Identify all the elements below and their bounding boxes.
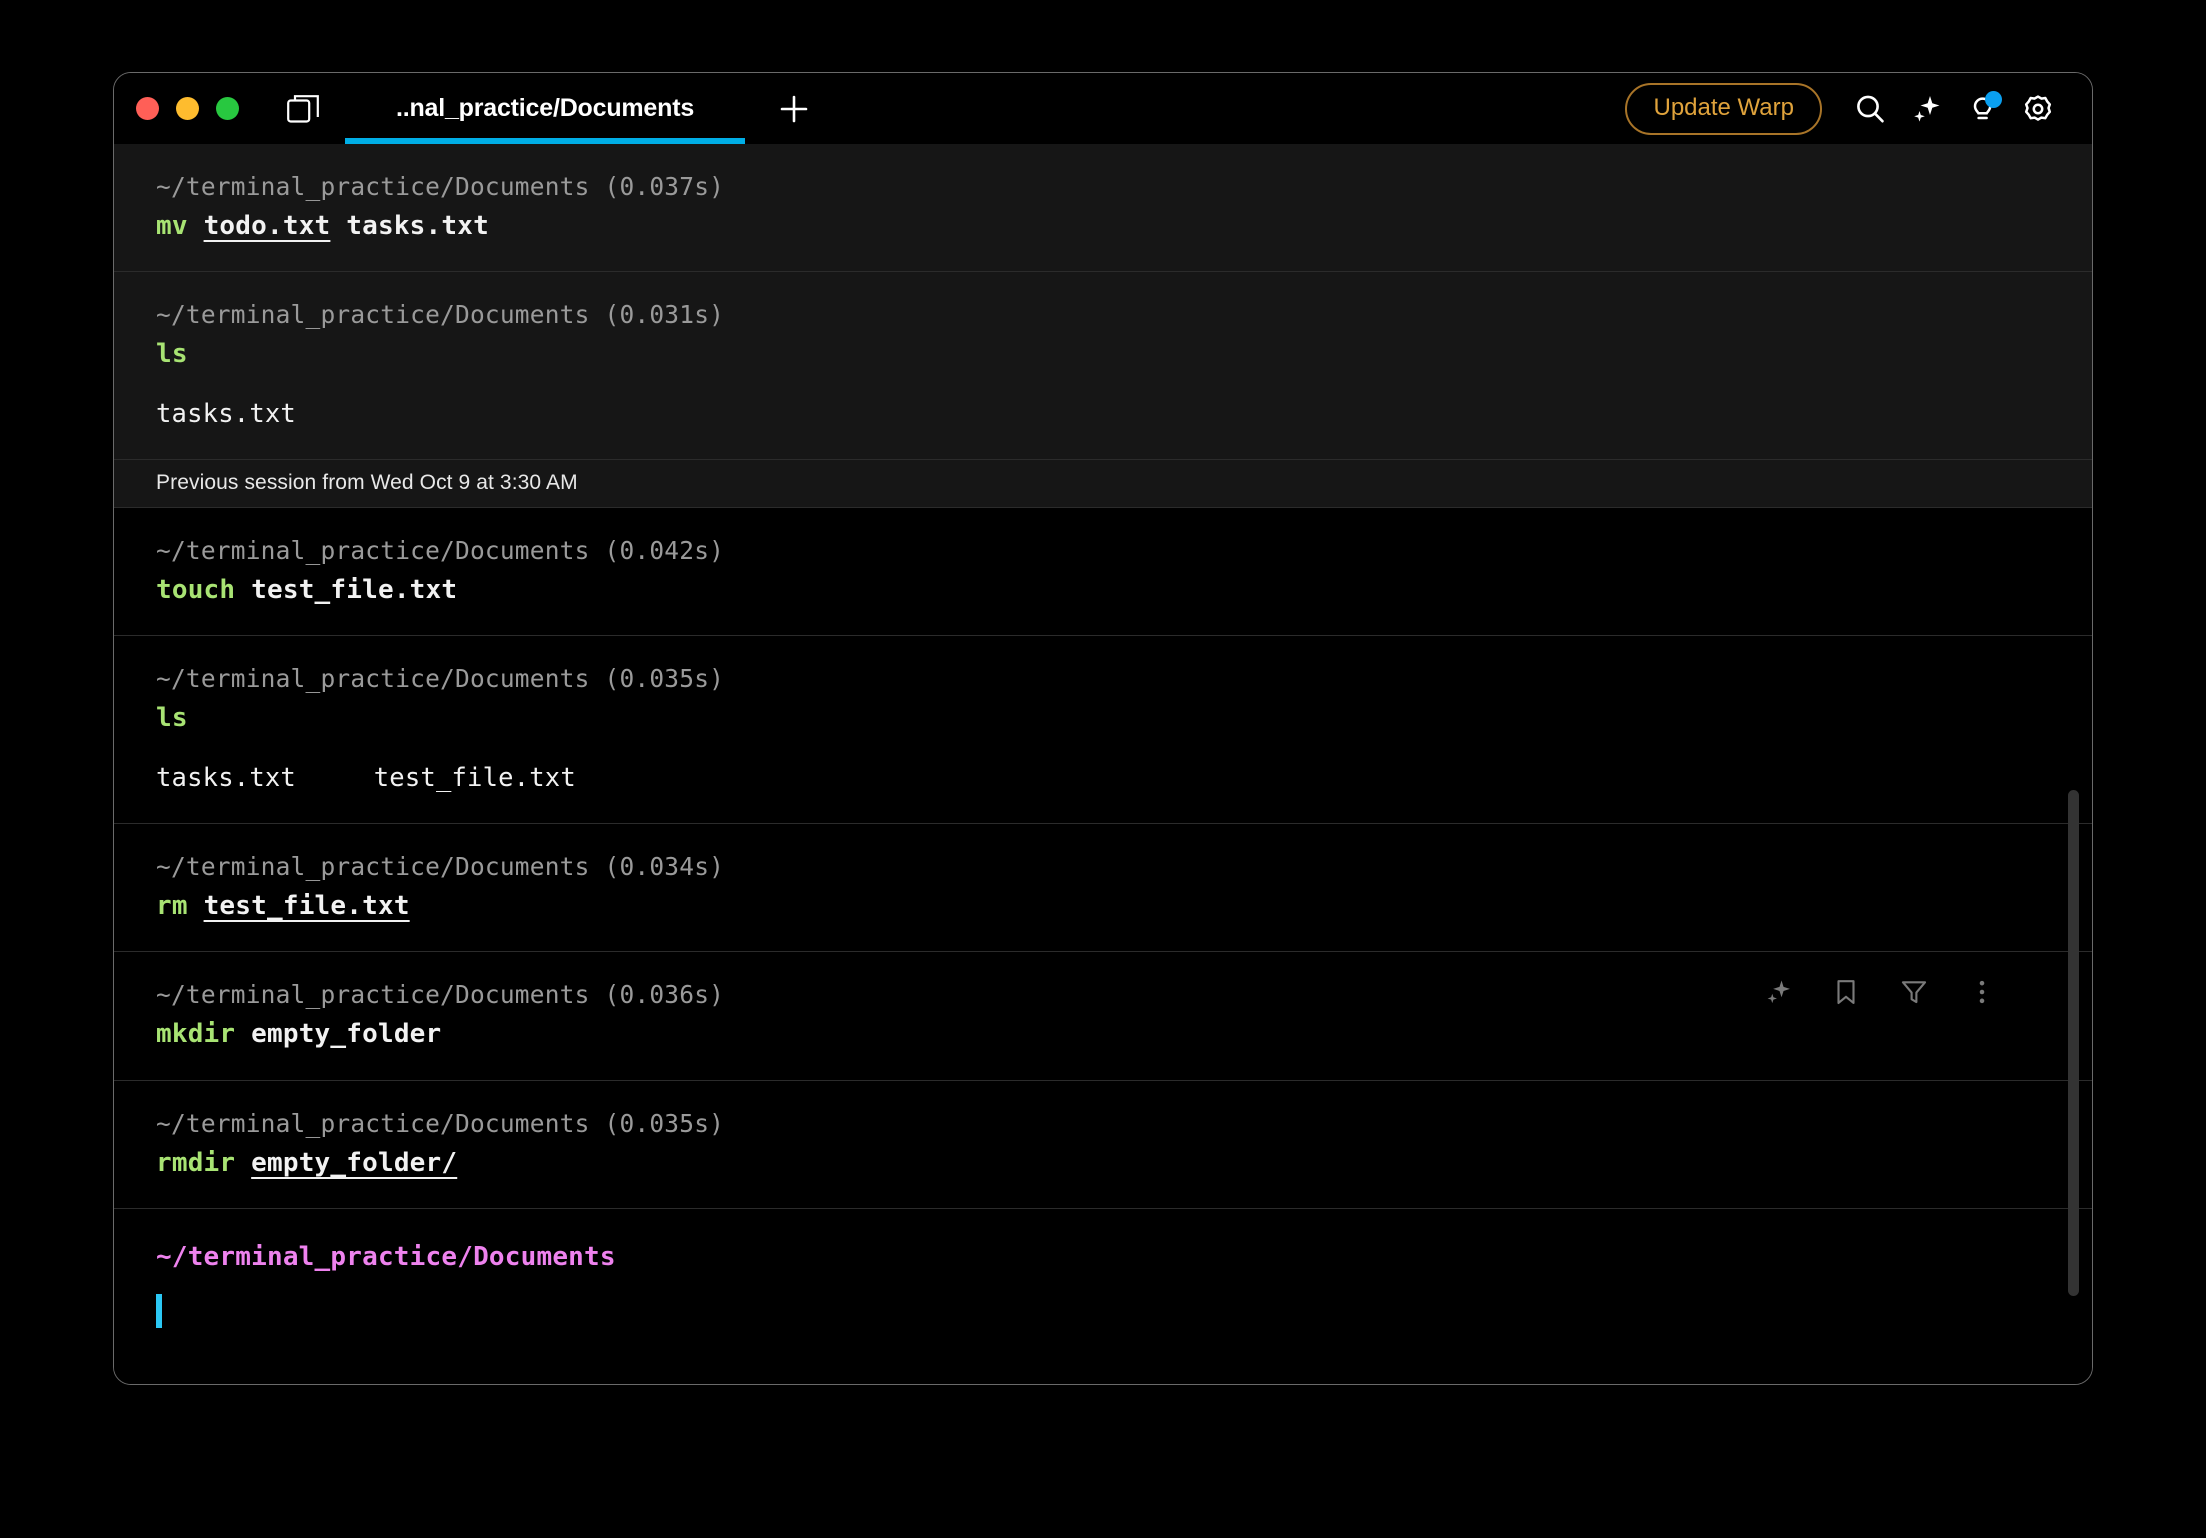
lightbulb-icon[interactable] (1954, 81, 2010, 137)
block-output: tasks.txt (156, 396, 2032, 433)
block-command: mkdir empty_folder (156, 1016, 2032, 1054)
block-cwd: ~/terminal_practice/Documents (0.031s) (156, 298, 2032, 333)
command-block[interactable]: ~/terminal_practice/Documents (0.042s) t… (114, 508, 2092, 635)
block-command: rmdir empty_folder/ (156, 1145, 2032, 1183)
titlebar-actions: Update Warp (1625, 73, 2066, 144)
window-controls (136, 97, 239, 120)
block-command: ls (156, 700, 2032, 738)
minimize-window-button[interactable] (176, 97, 199, 120)
block-command: ls (156, 336, 2032, 374)
panel-toggle-icon[interactable] (283, 89, 323, 129)
command-block[interactable]: ~/terminal_practice/Documents (0.031s) l… (114, 271, 2092, 458)
command-name: rmdir (156, 1148, 235, 1178)
new-tab-button[interactable] (767, 82, 821, 136)
previous-session-label: Previous session from Wed Oct 9 at 3:30 … (156, 471, 578, 494)
block-cwd: ~/terminal_practice/Documents (0.035s) (156, 1107, 2032, 1142)
block-output: tasks.txt test_file.txt (156, 760, 2032, 797)
lightbulb-notification-badge (1985, 91, 2002, 108)
ai-sparkle-icon[interactable] (1760, 974, 1796, 1010)
terminal-window: ..nal_practice/Documents Update Warp (113, 72, 2093, 1385)
block-action-bar (1760, 974, 2000, 1010)
maximize-window-button[interactable] (216, 97, 239, 120)
command-arg: test_file.txt (235, 575, 457, 605)
vertical-scrollbar[interactable] (2068, 790, 2079, 1296)
command-separator (188, 891, 204, 921)
block-command: rm test_file.txt (156, 888, 2032, 926)
command-name: ls (156, 339, 188, 369)
gear-icon[interactable] (2010, 81, 2066, 137)
command-name: touch (156, 575, 235, 605)
filter-icon[interactable] (1896, 974, 1932, 1010)
command-name: mkdir (156, 1019, 235, 1049)
block-command: touch test_file.txt (156, 572, 2032, 610)
block-cwd: ~/terminal_practice/Documents (0.036s) (156, 978, 2032, 1013)
close-window-button[interactable] (136, 97, 159, 120)
block-cwd: ~/terminal_practice/Documents (0.037s) (156, 170, 2032, 205)
command-arg[interactable]: todo.txt (204, 211, 331, 241)
command-name: rm (156, 891, 188, 921)
command-name: ls (156, 703, 188, 733)
command-separator (188, 211, 204, 241)
command-block[interactable]: ~/terminal_practice/Documents (0.035s) r… (114, 1080, 2092, 1208)
tab-label: ..nal_practice/Documents (396, 94, 694, 123)
ai-sparkle-icon[interactable] (1898, 81, 1954, 137)
command-arg: empty_folder (235, 1019, 441, 1049)
command-arg[interactable]: empty_folder/ (251, 1148, 457, 1178)
command-block[interactable]: ~/terminal_practice/Documents (0.035s) l… (114, 635, 2092, 822)
tab-documents[interactable]: ..nal_practice/Documents (345, 73, 745, 144)
update-warp-button[interactable]: Update Warp (1625, 83, 1822, 135)
command-arg[interactable]: test_file.txt (204, 891, 410, 921)
active-prompt[interactable]: ~/terminal_practice/Documents (114, 1208, 2092, 1347)
previous-session-divider: Previous session from Wed Oct 9 at 3:30 … (114, 459, 2092, 508)
block-cwd: ~/terminal_practice/Documents (0.035s) (156, 662, 2032, 697)
command-separator (235, 1148, 251, 1178)
command-name: mv (156, 211, 188, 241)
command-block[interactable]: ~/terminal_practice/Documents (0.034s) r… (114, 823, 2092, 951)
more-options-icon[interactable] (1964, 974, 2000, 1010)
text-cursor (156, 1294, 162, 1328)
command-block[interactable]: ~/terminal_practice/Documents (0.036s) m… (114, 951, 2092, 1079)
prompt-path: ~/terminal_practice/Documents (156, 1239, 2092, 1275)
terminal-output-area[interactable]: ~/terminal_practice/Documents (0.037s) m… (114, 144, 2092, 1384)
prompt-input[interactable] (156, 1294, 2092, 1328)
block-cwd: ~/terminal_practice/Documents (0.034s) (156, 850, 2032, 885)
title-bar: ..nal_practice/Documents Update Warp (114, 73, 2092, 144)
bookmark-icon[interactable] (1828, 974, 1864, 1010)
command-arg: tasks.txt (330, 211, 489, 241)
block-cwd: ~/terminal_practice/Documents (0.042s) (156, 534, 2032, 569)
command-block[interactable]: ~/terminal_practice/Documents (0.037s) m… (114, 144, 2092, 271)
search-icon[interactable] (1842, 81, 1898, 137)
block-command: mv todo.txt tasks.txt (156, 208, 2032, 246)
